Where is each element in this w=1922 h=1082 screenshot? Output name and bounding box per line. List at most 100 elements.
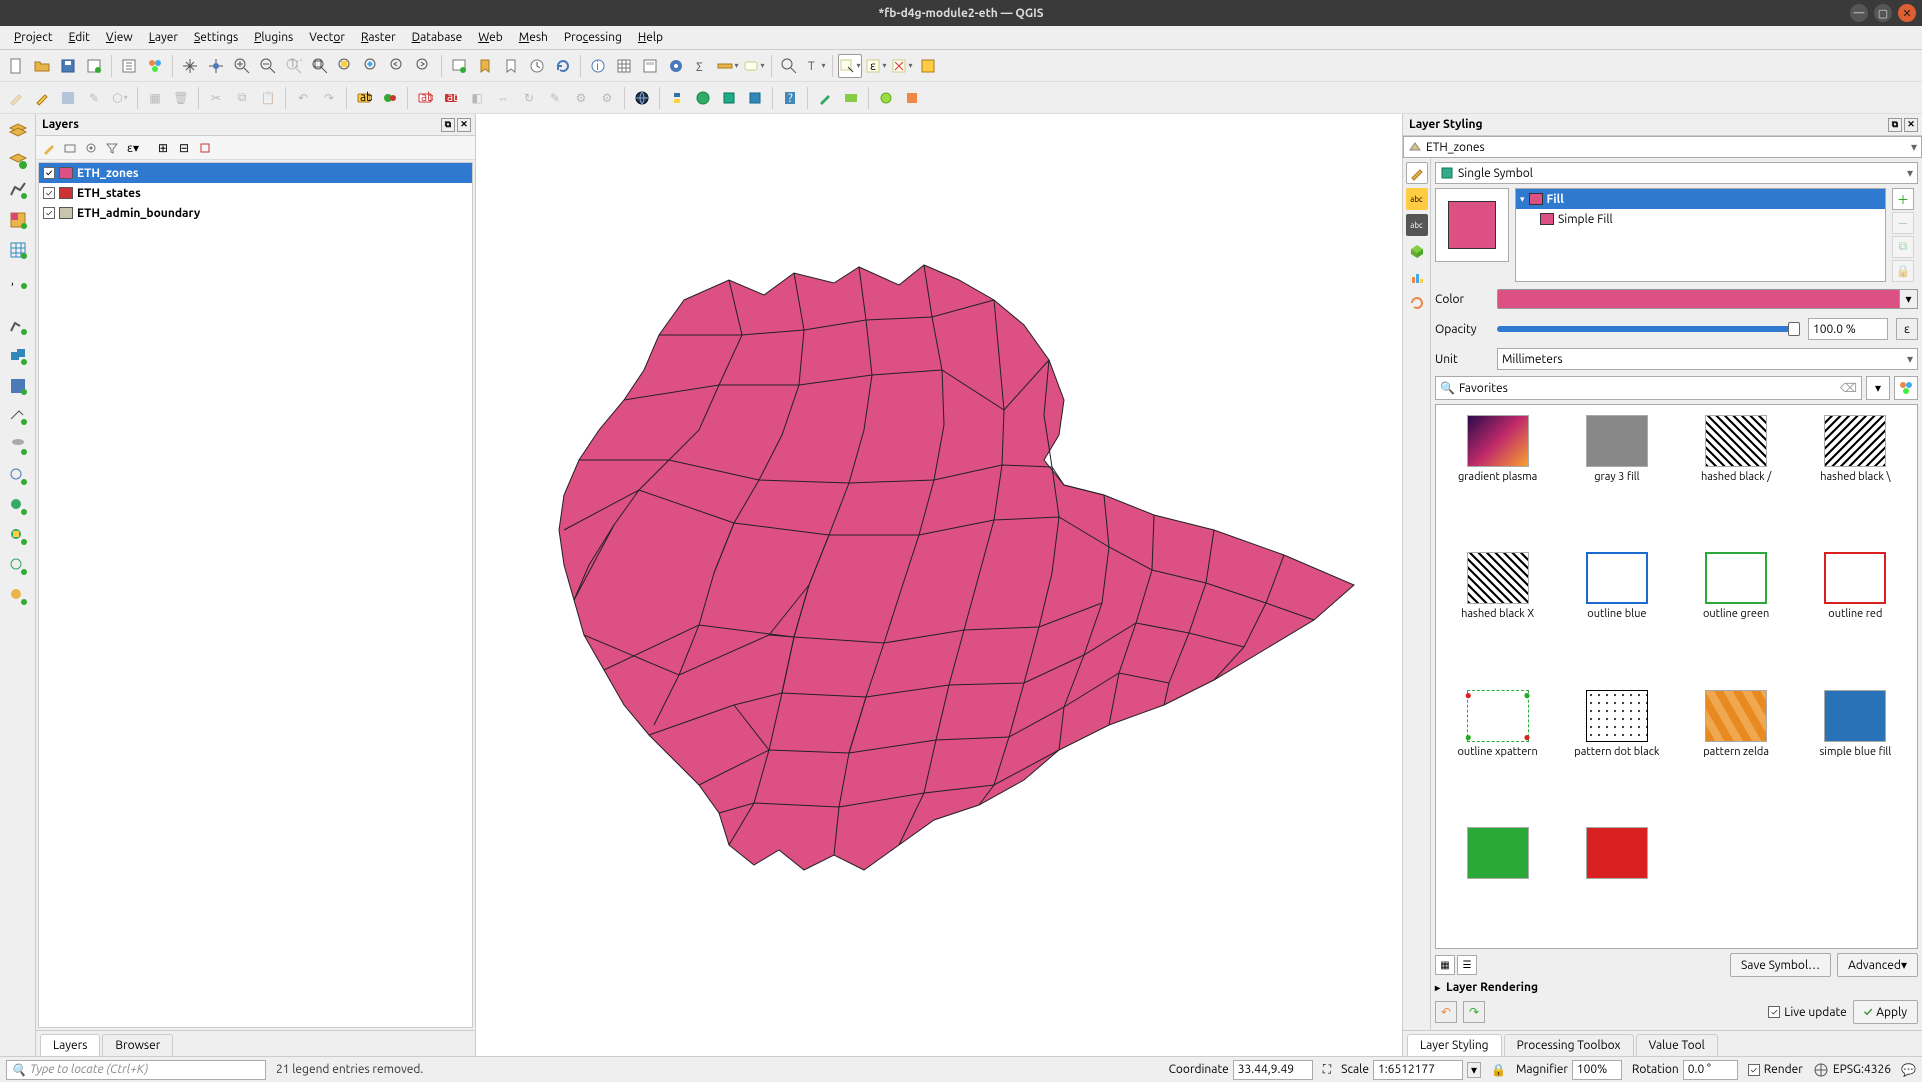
add-mssql-icon[interactable] bbox=[6, 374, 30, 398]
add-delimited-icon[interactable]: , bbox=[6, 268, 30, 292]
add-group-icon[interactable] bbox=[61, 139, 79, 157]
unit-select[interactable]: Millimeters bbox=[1497, 348, 1918, 370]
open-project-icon[interactable] bbox=[30, 54, 54, 78]
zoom-layer-icon[interactable] bbox=[360, 54, 384, 78]
symbol-item[interactable] bbox=[1559, 827, 1674, 944]
menu-help[interactable]: Help bbox=[630, 29, 671, 46]
color-dropdown-icon[interactable]: ▾ bbox=[1900, 289, 1918, 309]
data-defined-icon[interactable]: ε bbox=[1896, 318, 1918, 340]
show-bookmarks-icon[interactable] bbox=[499, 54, 523, 78]
add-raster-icon[interactable] bbox=[6, 208, 30, 232]
symbol-layer-simple-fill[interactable]: Simple Fill bbox=[1516, 209, 1885, 229]
layer-rendering-expander[interactable]: ▸Layer Rendering bbox=[1435, 981, 1918, 994]
layer-checkbox[interactable]: ✓ bbox=[43, 167, 55, 179]
measure-icon[interactable] bbox=[716, 54, 740, 78]
messages-icon[interactable]: 💬 bbox=[1901, 1063, 1916, 1077]
labels-tab-icon[interactable]: abc bbox=[1406, 188, 1428, 210]
show-label-icon[interactable]: ◧ bbox=[465, 86, 489, 110]
opacity-value[interactable]: 100.0 % bbox=[1808, 318, 1888, 340]
plugin6-icon[interactable] bbox=[900, 86, 924, 110]
label-props2-icon[interactable]: ⚙ bbox=[595, 86, 619, 110]
pan-to-selection-icon[interactable] bbox=[204, 54, 228, 78]
styling-layer-select[interactable]: ETH_zones bbox=[1403, 136, 1922, 158]
new-geopackage-icon[interactable] bbox=[6, 148, 30, 172]
layer-checkbox[interactable]: ✓ bbox=[43, 207, 55, 219]
history-tab-icon[interactable] bbox=[1406, 292, 1428, 314]
window-maximize-button[interactable]: ▢ bbox=[1874, 4, 1892, 22]
symbol-layer-tree[interactable]: ▾Fill Simple Fill bbox=[1515, 188, 1886, 282]
panel-undock-icon[interactable]: ⧉ bbox=[1888, 118, 1902, 132]
maptips-icon[interactable] bbox=[742, 54, 766, 78]
metasearch-icon[interactable] bbox=[630, 86, 654, 110]
3d-tab-icon[interactable] bbox=[1406, 240, 1428, 262]
plugin1-icon[interactable] bbox=[717, 86, 741, 110]
symbol-item[interactable]: outline red bbox=[1798, 552, 1913, 681]
refresh-icon[interactable] bbox=[551, 54, 575, 78]
icon-view-icon[interactable]: ▦ bbox=[1435, 955, 1455, 975]
window-close-button[interactable]: ✕ bbox=[1898, 4, 1916, 22]
symbol-item[interactable]: pattern dot black bbox=[1559, 690, 1674, 819]
live-update-checkbox[interactable]: ✓Live update bbox=[1768, 1006, 1847, 1019]
plugin3-icon[interactable] bbox=[813, 86, 837, 110]
field-calculator-icon[interactable] bbox=[638, 54, 662, 78]
locator-input[interactable]: 🔍 Type to locate (Ctrl+K) bbox=[6, 1060, 266, 1080]
plugin5-icon[interactable] bbox=[874, 86, 898, 110]
add-spatialite-icon[interactable] bbox=[6, 344, 30, 368]
copy-icon[interactable]: ⧉ bbox=[230, 86, 254, 110]
collapse-all-icon[interactable]: ⊟ bbox=[175, 139, 193, 157]
symbol-item[interactable]: hashed black \ bbox=[1798, 415, 1913, 544]
new-print-layout-icon[interactable] bbox=[82, 54, 106, 78]
tab-processing-toolbox[interactable]: Processing Toolbox bbox=[1504, 1034, 1634, 1056]
open-data-source-icon[interactable] bbox=[6, 118, 30, 142]
add-oracle-icon[interactable] bbox=[6, 404, 30, 428]
label-props-icon[interactable]: ⚙ bbox=[569, 86, 593, 110]
modify-attributes-icon[interactable]: ▦ bbox=[143, 86, 167, 110]
layer-row[interactable]: ✓ ETH_admin_boundary bbox=[39, 203, 472, 223]
advanced-button[interactable]: Advanced ▾ bbox=[1837, 953, 1918, 977]
menu-processing[interactable]: Processing bbox=[556, 29, 630, 46]
apply-button[interactable]: ✓Apply bbox=[1853, 1000, 1918, 1024]
renderer-select[interactable]: Single Symbol bbox=[1435, 162, 1918, 184]
panel-close-icon[interactable]: ✕ bbox=[1904, 118, 1918, 132]
duplicate-symbol-layer-icon[interactable]: ⧉ bbox=[1892, 236, 1914, 258]
save-edits-icon[interactable] bbox=[56, 86, 80, 110]
add-xyz-icon[interactable] bbox=[6, 494, 30, 518]
add-feature-icon[interactable]: ✎ bbox=[82, 86, 106, 110]
new-project-icon[interactable] bbox=[4, 54, 28, 78]
symbol-item[interactable]: pattern zelda bbox=[1679, 690, 1794, 819]
annotation-icon[interactable] bbox=[777, 54, 801, 78]
masks-tab-icon[interactable]: abc bbox=[1406, 214, 1428, 236]
symbol-layer-fill[interactable]: ▾Fill bbox=[1516, 189, 1885, 209]
identify-icon[interactable]: i bbox=[586, 54, 610, 78]
symbol-item[interactable]: hashed black / bbox=[1679, 415, 1794, 544]
add-wms-icon[interactable] bbox=[6, 464, 30, 488]
tab-layers[interactable]: Layers bbox=[40, 1034, 100, 1056]
python-console-icon[interactable] bbox=[665, 86, 689, 110]
crs-button[interactable]: EPSG:4326 bbox=[1813, 1062, 1891, 1078]
opacity-slider[interactable] bbox=[1497, 326, 1800, 332]
map-canvas[interactable] bbox=[476, 114, 1402, 1056]
menu-view[interactable]: View bbox=[98, 29, 141, 46]
new-map-view-icon[interactable] bbox=[447, 54, 471, 78]
add-symbol-layer-icon[interactable]: ＋ bbox=[1892, 188, 1914, 210]
add-arcgis-icon[interactable] bbox=[6, 584, 30, 608]
panel-close-icon[interactable]: ✕ bbox=[457, 118, 471, 132]
temporal-controller-icon[interactable] bbox=[525, 54, 549, 78]
tab-value-tool[interactable]: Value Tool bbox=[1636, 1034, 1718, 1056]
symbol-item[interactable]: hashed black X bbox=[1440, 552, 1555, 681]
zoom-selection-icon[interactable] bbox=[334, 54, 358, 78]
menu-plugins[interactable]: Plugins bbox=[246, 29, 301, 46]
change-label-icon[interactable]: ✎ bbox=[543, 86, 567, 110]
cut-icon[interactable]: ✂ bbox=[204, 86, 228, 110]
clear-search-icon[interactable]: ⌫ bbox=[1840, 381, 1857, 395]
symbol-item[interactable]: simple blue fill bbox=[1798, 690, 1913, 819]
filter-expression-icon[interactable]: ε▾ bbox=[124, 139, 142, 157]
pin-label-icon[interactable]: abc bbox=[439, 86, 463, 110]
open-attribute-table-icon[interactable] bbox=[612, 54, 636, 78]
coordinate-field[interactable]: 33.44,9.49 bbox=[1233, 1060, 1313, 1080]
zoom-native-icon[interactable]: 1:1 bbox=[282, 54, 306, 78]
plugin4-icon[interactable] bbox=[839, 86, 863, 110]
select-all-icon[interactable] bbox=[916, 54, 940, 78]
zoom-out-icon[interactable] bbox=[256, 54, 280, 78]
tab-layer-styling[interactable]: Layer Styling bbox=[1407, 1034, 1502, 1056]
